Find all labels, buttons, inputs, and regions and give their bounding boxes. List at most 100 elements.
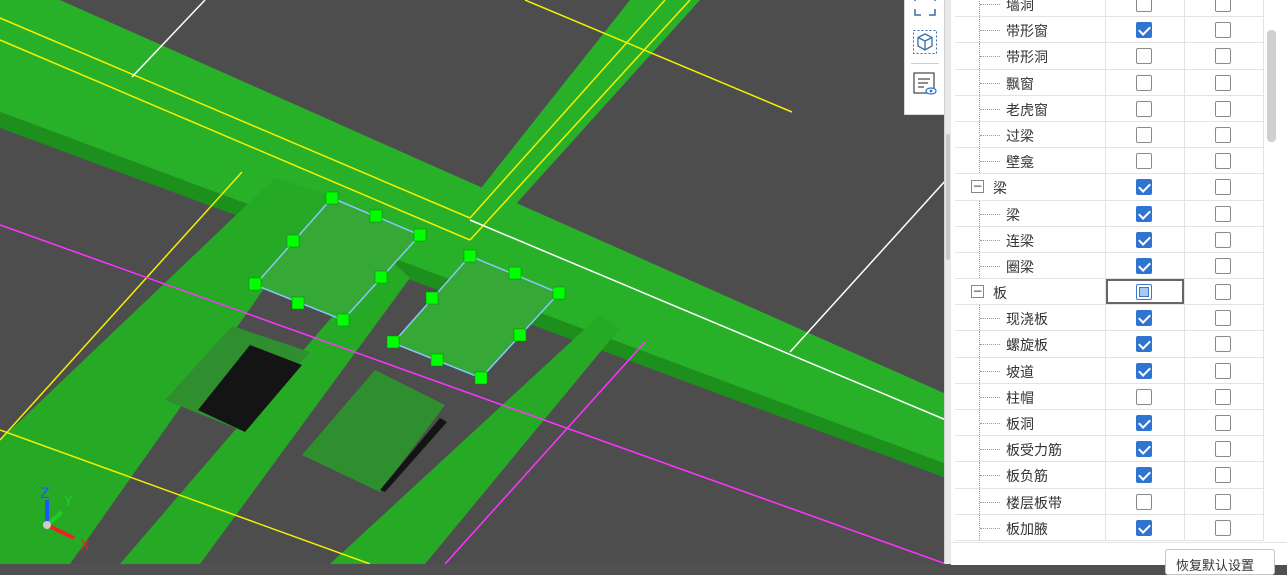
name-display-checkbox[interactable] [1215,48,1231,65]
tree-row-label: 梁 [1006,207,1020,224]
name-display-checkbox[interactable] [1215,126,1231,143]
collapse-toggle-icon[interactable]: − [971,285,984,299]
show-checkbox[interactable] [1136,362,1152,379]
tree-row[interactable]: 现浇板 [955,305,1264,332]
display-settings-button[interactable] [910,69,940,99]
show-checkbox[interactable] [1136,48,1152,65]
show-checkbox[interactable] [1136,0,1152,12]
name-display-checkbox[interactable] [1215,205,1231,222]
splitter-grip[interactable] [946,134,950,260]
name-display-cell [1185,488,1264,514]
tree-guide-line [980,161,1000,163]
tree-row[interactable]: 螺旋板 [955,331,1264,358]
name-display-checkbox[interactable] [1215,74,1231,91]
tree-group-row[interactable]: − 板 [955,279,1264,306]
tree-row[interactable]: 楼层板带 [955,488,1264,515]
scene-canvas[interactable]: Z Y X [0,0,946,564]
tree-guide-line [980,527,1000,529]
name-display-checkbox[interactable] [1215,493,1231,510]
fit-view-button[interactable] [910,0,940,20]
show-checkbox[interactable] [1136,179,1152,196]
name-display-checkbox[interactable] [1215,0,1231,12]
tree-row[interactable]: 板加腋 [955,514,1264,541]
tree-row[interactable]: 连梁 [955,226,1264,253]
show-checkbox[interactable] [1136,231,1152,248]
show-checkbox[interactable] [1136,153,1152,170]
tree-guide-line [980,30,1000,32]
show-checkbox[interactable] [1136,415,1152,431]
tree-row[interactable]: 板洞 [955,410,1264,437]
name-display-cell [1185,462,1264,488]
3d-view-button[interactable] [910,27,940,57]
name-display-checkbox[interactable] [1215,257,1231,274]
show-cell [1106,95,1185,121]
name-display-checkbox[interactable] [1215,284,1231,301]
tree-row-label: 板加腋 [1006,521,1048,538]
tree-name-cell: 飘窗 [955,69,1106,95]
show-checkbox[interactable] [1136,126,1152,143]
show-checkbox[interactable] [1136,388,1152,405]
name-display-checkbox[interactable] [1215,362,1231,379]
show-checkbox[interactable] [1136,284,1152,301]
tree-row[interactable]: 飘窗 [955,69,1264,96]
show-cell [1106,43,1185,69]
name-display-cell [1185,43,1264,69]
tree-row[interactable]: 柱帽 [955,383,1264,410]
name-display-checkbox[interactable] [1215,22,1231,39]
show-checkbox[interactable] [1136,74,1152,91]
name-display-checkbox[interactable] [1215,336,1231,353]
name-display-checkbox[interactable] [1215,153,1231,170]
restore-defaults-button[interactable]: 恢复默认设置 [1165,549,1275,575]
tree-guide-line [980,396,1000,398]
show-checkbox[interactable] [1136,467,1152,484]
tree-group-row[interactable]: − 梁 [955,174,1264,201]
name-display-checkbox[interactable] [1215,231,1231,248]
name-display-checkbox[interactable] [1215,467,1231,484]
show-cell [1106,488,1185,514]
show-checkbox[interactable] [1136,205,1152,222]
tree-name-cell: 过梁 [955,121,1106,148]
tree-row-label: 板洞 [1006,417,1034,433]
tree-row[interactable]: 壁龛 [955,148,1264,175]
tree-row[interactable]: 梁 [955,200,1264,227]
tree-row-label: 带形窗 [1006,24,1048,41]
name-display-checkbox[interactable] [1215,310,1231,327]
name-display-cell [1185,383,1264,409]
3d-viewport[interactable]: Z Y X [0,0,946,564]
show-checkbox[interactable] [1136,257,1152,274]
show-cell [1106,0,1185,17]
tree-name-cell: 坡道 [955,357,1106,383]
name-display-checkbox[interactable] [1215,415,1231,431]
tree-row[interactable]: 墙洞 [955,0,1264,18]
svg-text:Z: Z [40,486,50,502]
show-checkbox[interactable] [1136,310,1152,327]
tree-row[interactable]: 板受力筋 [955,436,1264,463]
name-display-checkbox[interactable] [1215,179,1231,196]
tree-row-label: 柱帽 [1006,390,1034,407]
name-display-cell [1185,95,1264,121]
tree-row[interactable]: 坡道 [955,357,1264,384]
tree-guide-line [980,423,1000,424]
name-display-checkbox[interactable] [1215,388,1231,405]
show-checkbox[interactable] [1136,336,1152,353]
tree-scrollbar[interactable] [1267,30,1276,142]
name-display-checkbox[interactable] [1215,519,1231,536]
tree-row-label: 现浇板 [1006,312,1048,329]
tree-row[interactable]: 板负筋 [955,462,1264,489]
show-checkbox[interactable] [1136,22,1152,39]
tree-row[interactable]: 圈梁 [955,252,1264,280]
collapse-toggle-icon[interactable]: − [971,180,984,194]
tree-name-cell: 带形窗 [955,17,1106,43]
tree-row[interactable]: 带形洞 [955,43,1264,70]
name-display-checkbox[interactable] [1215,441,1231,458]
tree-row[interactable]: 带形窗 [955,17,1264,44]
show-checkbox[interactable] [1136,100,1152,117]
show-checkbox[interactable] [1136,441,1152,458]
name-display-cell [1185,436,1264,462]
show-cell [1106,69,1185,95]
name-display-checkbox[interactable] [1215,100,1231,117]
show-checkbox[interactable] [1136,519,1152,536]
tree-row[interactable]: 老虎窗 [955,95,1264,122]
tree-row[interactable]: 过梁 [955,121,1264,149]
show-checkbox[interactable] [1136,493,1152,510]
